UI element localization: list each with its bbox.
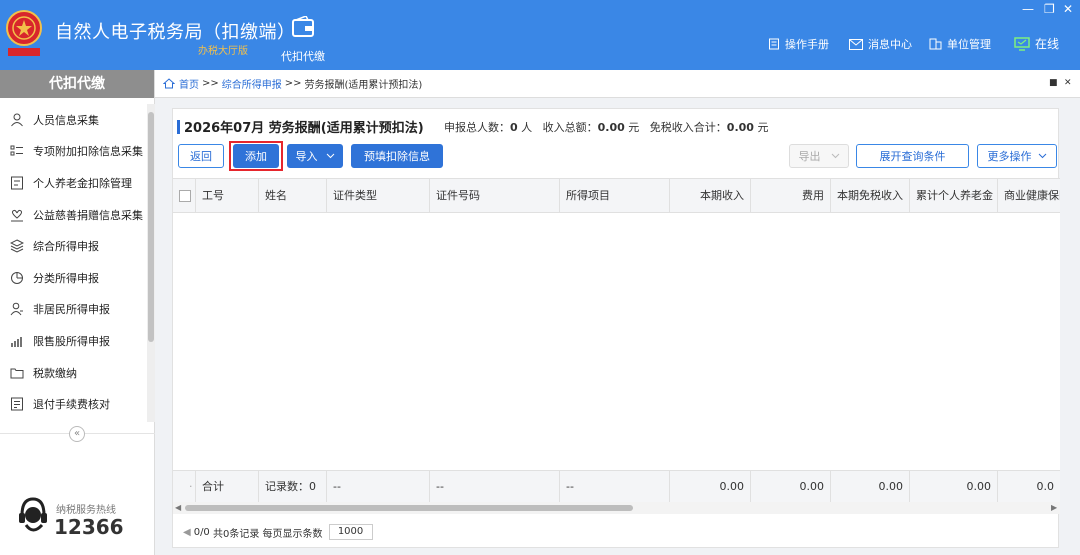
monitor-icon	[1014, 36, 1030, 51]
col-health-insurance[interactable]: 商业健康保险	[997, 179, 1060, 213]
manual-link[interactable]: 操作手册	[768, 36, 829, 52]
page-size-label: 每页显示条数	[262, 528, 323, 540]
app-subtitle: 办税大厅版	[198, 46, 248, 57]
record-count: 记录数：0	[258, 471, 326, 503]
mail-icon	[849, 38, 863, 50]
col-current-income[interactable]: 本期收入	[669, 179, 750, 213]
tab-maximize-icon[interactable]: ■	[1049, 78, 1058, 88]
sidebar-item-fee-refund[interactable]: 退付手续费核对	[0, 388, 147, 420]
charity-icon	[11, 209, 23, 222]
chevron-down-icon	[831, 153, 839, 159]
export-dropdown-button[interactable]: 导出	[789, 144, 849, 168]
total-records: 共0条记录	[212, 528, 260, 540]
total-label: 合计	[195, 471, 258, 503]
bar-chart-icon	[11, 336, 22, 347]
col-id-type[interactable]: 证件类型	[326, 179, 429, 213]
card-icon	[11, 176, 23, 190]
app-title: 自然人电子税务局（扣缴端）	[55, 22, 296, 43]
sidebar-scrollbar[interactable]	[147, 104, 155, 422]
sidebar-item-pension[interactable]: 个人养老金扣除管理	[0, 167, 147, 199]
col-expenses[interactable]: 费用	[750, 179, 830, 213]
content-panel: 2026年07月 劳务报酬(适用累计预扣法) 申报总人数：0 人 收入总额：0.…	[172, 108, 1060, 548]
summary-stats: 申报总人数：0 人 收入总额：0.00 元 免税收入合计：0.00 元	[444, 121, 769, 134]
table-header: 工号 姓名 证件类型 证件号码 所得项目 本期收入 费用 本期免税收入 累计个人…	[173, 178, 1060, 213]
pagination: ◀ 0/0 共0条记录 每页显示条数 1000	[183, 524, 373, 540]
back-button[interactable]: 返回	[178, 144, 224, 168]
person-outline-icon	[10, 303, 23, 316]
restore-icon[interactable]: ❐	[1044, 2, 1055, 16]
breadcrumb-home[interactable]: 首页	[179, 76, 199, 91]
hotline-label: 纳税服务热线	[56, 505, 116, 516]
table-horizontal-scrollbar[interactable]: ◀ ▶	[173, 502, 1060, 514]
sidebar-title: 代扣代缴	[0, 70, 154, 98]
add-button[interactable]: 添加	[233, 144, 279, 168]
import-dropdown-button[interactable]: 导入	[287, 144, 343, 168]
headset-icon	[19, 497, 47, 532]
sidebar-item-nonresident[interactable]: 非居民所得申报	[0, 294, 147, 326]
pie-icon	[11, 271, 23, 284]
sidebar-item-person-info[interactable]: 人员信息采集	[0, 104, 147, 136]
sidebar-item-classified[interactable]: 分类所得申报	[0, 262, 147, 294]
wallet-icon	[292, 16, 314, 37]
horizontal-scroll-thumb[interactable]	[185, 505, 633, 511]
tab-close-icon[interactable]: ✕	[1064, 78, 1072, 88]
person-icon	[11, 113, 23, 127]
table-body-empty	[173, 213, 1060, 470]
layers-icon	[10, 239, 24, 253]
select-all-checkbox[interactable]	[179, 190, 191, 202]
sidebar-item-charity[interactable]: 公益慈善捐赠信息采集	[0, 199, 147, 231]
col-income-item[interactable]: 所得项目	[559, 179, 669, 213]
collapse-sidebar-button[interactable]: «	[69, 426, 85, 442]
sidebar-item-restricted-stock[interactable]: 限售股所得申报	[0, 325, 147, 357]
app-header: 自然人电子税务局（扣缴端） 办税大厅版 代扣代缴 — ❐ ✕ 操作手册 消息中心…	[0, 0, 1080, 70]
document-icon	[11, 397, 23, 411]
col-employee-id[interactable]: 工号	[195, 179, 258, 213]
expand-query-button[interactable]: 展开查询条件	[856, 144, 969, 168]
list-icon	[10, 145, 23, 156]
sidebar-item-tax-payment[interactable]: 税款缴纳	[0, 357, 147, 389]
col-id-number[interactable]: 证件号码	[429, 179, 559, 213]
home-icon	[163, 78, 175, 89]
scroll-left-icon[interactable]: ◀	[175, 502, 181, 514]
module-label: 代扣代缴	[281, 50, 325, 63]
sidebar-menu: 人员信息采集 专项附加扣除信息采集 个人养老金扣除管理 公益慈善捐赠信息采集 综…	[0, 104, 147, 420]
sidebar-item-comprehensive[interactable]: 综合所得申报	[0, 230, 147, 262]
main-area: 首页 >> 综合所得申报 >> 劳务报酬(适用累计预扣法) ■ ✕ 2026年0…	[155, 70, 1080, 555]
page-size-input[interactable]: 1000	[328, 524, 373, 540]
chevron-down-icon	[1038, 153, 1046, 159]
message-center-link[interactable]: 消息中心	[849, 36, 912, 52]
col-name[interactable]: 姓名	[258, 179, 326, 213]
breadcrumb-current: 劳务报酬(适用累计预扣法)	[304, 80, 423, 91]
page-title: 2026年07月 劳务报酬(适用累计预扣法)	[177, 117, 424, 136]
scroll-right-icon[interactable]: ▶	[1051, 502, 1057, 514]
chevron-down-icon	[326, 153, 334, 159]
total-health-insurance: 0.0	[997, 471, 1060, 503]
hotline-block: 纳税服务热线 12366	[16, 495, 124, 539]
building-icon	[929, 38, 942, 50]
table-footer-totals: · 合计 记录数：0 -- -- -- 0.00 0.00 0.00 0.00 …	[173, 470, 1060, 503]
breadcrumb-comprehensive[interactable]: 综合所得申报	[222, 76, 282, 91]
online-status: 在线	[1014, 35, 1059, 52]
close-button[interactable]: ✕	[1063, 2, 1073, 16]
sidebar-scroll-thumb[interactable]	[148, 112, 154, 342]
col-pension[interactable]: 累计个人养老金	[909, 179, 997, 213]
sidebar-item-special-deduction[interactable]: 专项附加扣除信息采集	[0, 136, 147, 168]
page-position: 0/0	[193, 526, 210, 538]
prefill-deduction-button[interactable]: 预填扣除信息	[351, 144, 443, 168]
total-pension: 0.00	[909, 471, 997, 503]
manual-icon	[769, 38, 779, 50]
col-exempt-income[interactable]: 本期免税收入	[830, 179, 909, 213]
prev-page-icon[interactable]: ◀	[183, 527, 191, 538]
total-exempt-income: 0.00	[830, 471, 909, 503]
hotline-number: 12366	[54, 515, 124, 539]
minimize-button[interactable]: —	[1022, 2, 1034, 16]
org-management-link[interactable]: 单位管理	[929, 36, 991, 52]
more-actions-button[interactable]: 更多操作	[977, 144, 1057, 168]
folder-icon	[10, 368, 24, 379]
breadcrumb: 首页 >> 综合所得申报 >> 劳务报酬(适用累计预扣法) ■ ✕	[155, 70, 1080, 98]
sidebar: 代扣代缴 人员信息采集 专项附加扣除信息采集 个人养老金扣除管理 公益慈善捐赠信…	[0, 70, 155, 555]
total-expenses: 0.00	[750, 471, 830, 503]
total-current-income: 0.00	[669, 471, 750, 503]
tax-emblem-icon	[6, 10, 42, 56]
